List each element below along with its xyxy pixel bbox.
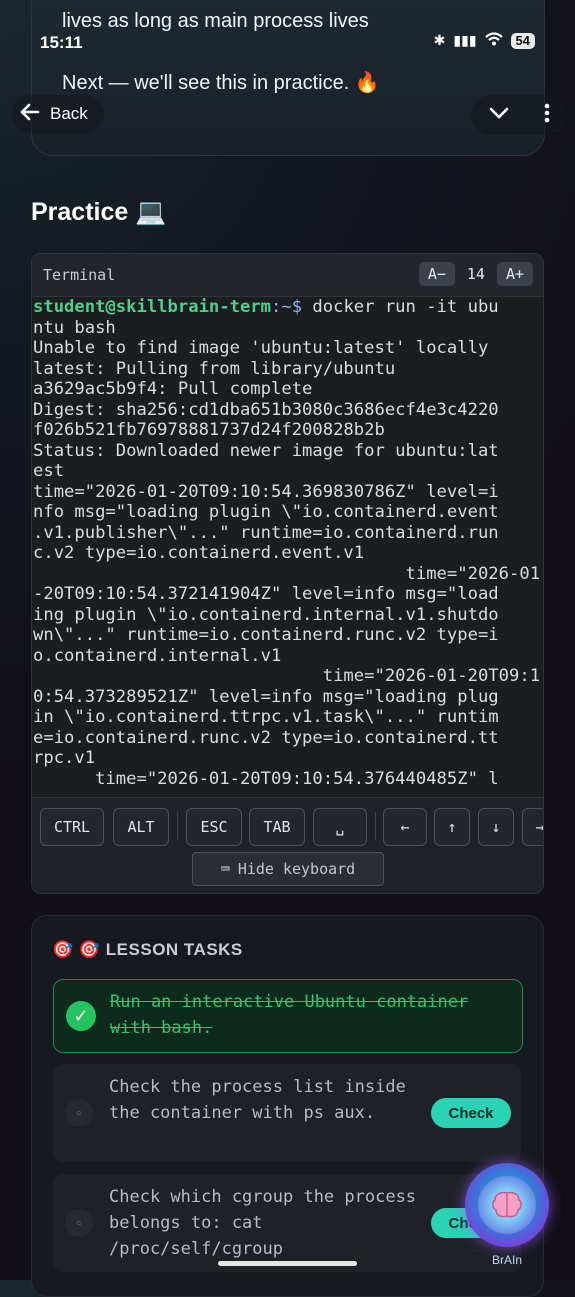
target-icon: 🎯 <box>52 940 74 959</box>
terminal-line: .v1.publisher\"..." runtime=io.container… <box>33 522 499 543</box>
tasks-title: 🎯 🎯 LESSON TASKS <box>52 940 243 959</box>
wifi-icon <box>484 32 503 49</box>
terminal-line: Digest: sha256:cd1dba651b3080c3686ecf4e3… <box>33 399 499 420</box>
terminal-line: e=io.containerd.runc.v2 type=io.containe… <box>33 727 499 748</box>
bluetooth-icon: ✱ <box>433 32 446 48</box>
font-decrease-button[interactable]: A− <box>418 262 455 286</box>
pending-circle-icon: ○ <box>65 1209 93 1237</box>
font-increase-button[interactable]: A+ <box>496 262 533 286</box>
command-text: docker run -it ubu <box>302 297 499 317</box>
assistant-label: BrAIn <box>491 1253 522 1267</box>
section-title: Practice 💻 <box>31 198 167 226</box>
battery-icon: 54 <box>510 32 535 49</box>
chevron-down-icon[interactable] <box>489 106 509 125</box>
terminal-line: time="2026-01 <box>405 563 541 584</box>
terminal-line: est <box>33 461 65 481</box>
key-space[interactable]: ␣ <box>313 808 367 846</box>
hide-keyboard-button[interactable]: ⌨ Hide keyboard <box>192 852 384 886</box>
font-size-controls: A− 14 A+ <box>418 262 533 286</box>
terminal-title: Terminal <box>43 266 116 284</box>
back-button[interactable]: Back <box>12 95 104 133</box>
keyboard-icon: ⌨ <box>220 860 230 878</box>
check-button[interactable]: Check <box>431 1098 511 1128</box>
back-label: Back <box>50 104 88 123</box>
task-item: ○ Check the process list inside the cont… <box>53 1064 521 1162</box>
assistant-orb <box>465 1163 549 1247</box>
key-down[interactable]: ↓ <box>478 808 514 846</box>
terminal-line: c.v2 type=io.containerd.event.v1 <box>33 543 365 563</box>
terminal-line: 0:54.373289521Z" level=info msg="loading… <box>33 686 499 707</box>
terminal-line: o.containerd.internal.v1 <box>33 645 282 666</box>
terminal-line: rpc.v1 <box>33 748 96 768</box>
key-up[interactable]: ↑ <box>434 808 470 846</box>
terminal-line: -20T09:10:54.372141904Z" level=info msg=… <box>33 584 499 604</box>
terminal-line: nfo msg="loading plugin \"io.containerd.… <box>33 502 499 522</box>
terminal-line: time="2026-01-20T09:10:54.369830786Z" le… <box>33 481 499 502</box>
terminal-line: Status: Downloaded newer image for ubunt… <box>33 440 499 461</box>
assistant-fab[interactable]: BrAIn <box>465 1163 553 1273</box>
key-separator <box>177 812 178 840</box>
arrow-left-icon <box>20 103 40 126</box>
terminal-line: ntu bash <box>33 317 116 338</box>
status-time: 15:11 <box>40 33 83 52</box>
terminal-line: time="2026-01-20T09:10:54.376440485Z" l <box>33 768 499 789</box>
status-icons: ✱ ▮▮▮ 54 <box>434 32 535 49</box>
home-indicator <box>218 1261 357 1266</box>
terminal-output[interactable]: student@skillbrain-term:~$ docker run -i… <box>32 297 543 797</box>
task-text: Run an interactive Ubuntu container with… <box>110 992 469 1038</box>
key-separator <box>375 812 376 840</box>
terminal-lines: ntu bash Unable to find image 'ubuntu:la… <box>33 318 540 789</box>
key-tab[interactable]: TAB <box>249 808 305 846</box>
key-left[interactable]: ← <box>383 808 427 846</box>
task-text: Check the process list inside the contai… <box>109 1077 406 1123</box>
hide-keyboard-label: Hide keyboard <box>237 860 356 878</box>
task-item[interactable]: ✓ Run an interactive Ubuntu container wi… <box>53 979 523 1053</box>
terminal-line: wn\"..." runtime=io.containerd.runc.v2 t… <box>33 625 499 645</box>
key-esc[interactable]: ESC <box>186 808 242 846</box>
signal-icon: ▮▮▮ <box>453 32 477 48</box>
more-vertical-icon[interactable] <box>544 103 550 128</box>
brain-icon <box>478 1176 536 1234</box>
font-size-value: 14 <box>466 265 485 283</box>
key-alt[interactable]: ALT <box>113 808 169 846</box>
header-actions <box>471 95 567 135</box>
terminal-line: Unable to find image 'ubuntu:latest' loc… <box>33 338 489 358</box>
prompt-path: :~$ <box>271 297 303 317</box>
terminal-line: in \"io.containerd.ttrpc.v1.task\"..." r… <box>33 707 499 727</box>
lesson-text-line: lives as long as main process lives <box>62 10 369 32</box>
terminal-panel: Terminal A− 14 A+ student@skillbrain-ter… <box>31 253 544 894</box>
terminal-line: a3629ac5b9f4: Pull complete <box>33 379 313 399</box>
terminal-line: f026b521fb76978881737d24f200828b2b <box>33 420 385 440</box>
task-item: ○ Check which cgroup the process belongs… <box>53 1174 521 1272</box>
check-icon: ✓ <box>66 1001 96 1031</box>
terminal-line: ing plugin \"io.containerd.internal.v1.s… <box>33 604 499 625</box>
prompt-user: student@skillbrain-term <box>33 297 271 317</box>
key-ctrl[interactable]: CTRL <box>40 808 104 846</box>
pending-circle-icon: ○ <box>65 1099 93 1127</box>
key-right[interactable]: → <box>522 808 543 846</box>
lesson-text-line: Next — we'll see this in practice. 🔥 <box>62 72 380 94</box>
terminal-line: latest: Pulling from library/ubuntu <box>33 358 396 379</box>
virtual-keyboard: CTRL ALT ESC TAB ␣ ← ↑ ↓ → ⌨ Hide keyboa… <box>32 797 543 893</box>
terminal-line: time="2026-01-20T09:1 <box>322 666 541 686</box>
terminal-header: Terminal A− 14 A+ <box>32 254 543 297</box>
task-text: Check which cgroup the process belongs t… <box>109 1187 417 1259</box>
